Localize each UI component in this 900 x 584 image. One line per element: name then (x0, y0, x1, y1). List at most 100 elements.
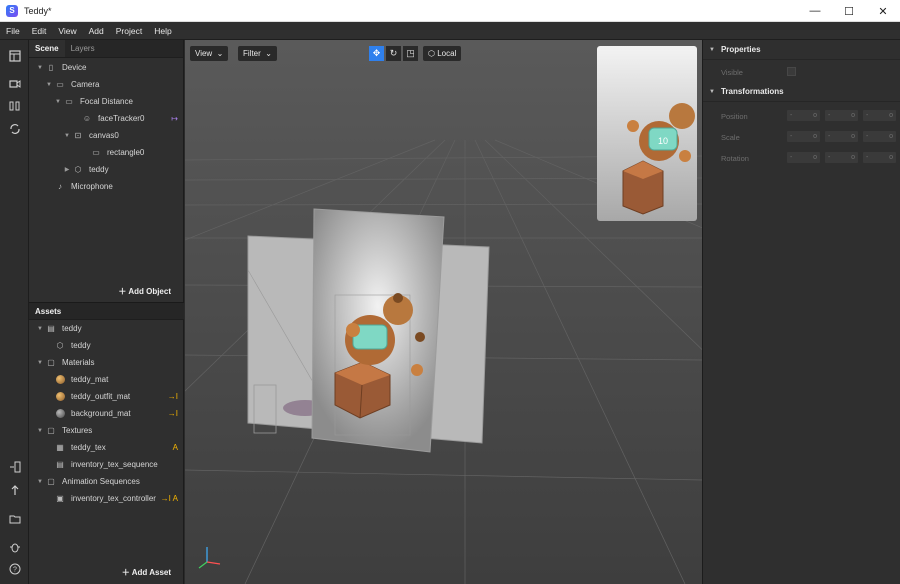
filter-dropdown[interactable]: Filter ⌄ (238, 46, 277, 61)
filter-label: Filter (243, 49, 261, 58)
scale-tool-icon[interactable]: ◳ (403, 46, 418, 61)
menu-help[interactable]: Help (148, 26, 177, 36)
rotate-tool-icon[interactable]: ↻ (386, 46, 401, 61)
caret-down-icon[interactable]: ▼ (35, 65, 45, 71)
caret-down-icon[interactable]: ▼ (35, 360, 45, 366)
scene-item[interactable]: ☺ faceTracker0 ↦ (29, 110, 184, 127)
local-space-button[interactable]: ⬡ Local (423, 46, 462, 61)
assets-item[interactable]: ▦ teddy_tex A (29, 439, 184, 456)
assets-item-label: teddy (62, 324, 82, 333)
field-value: - (828, 112, 831, 119)
maximize-button[interactable]: ☐ (832, 0, 866, 22)
menu-add[interactable]: Add (83, 26, 110, 36)
transformations-section-header[interactable]: ▼ Transformations (703, 82, 900, 102)
chevron-down-icon: ⌄ (265, 49, 272, 58)
assets-item[interactable]: ▼ ▢ Animation Sequences (29, 473, 184, 490)
transform-position-z-field[interactable]: -o (863, 110, 896, 121)
help-icon[interactable]: ? (7, 561, 22, 576)
menu-edit[interactable]: Edit (26, 26, 53, 36)
columns-icon[interactable] (7, 98, 22, 113)
caret-down-icon[interactable]: ▼ (53, 99, 63, 105)
sync-icon[interactable] (7, 121, 22, 136)
menu-view[interactable]: View (52, 26, 82, 36)
tab-scene[interactable]: Scene (29, 40, 65, 57)
scene-item[interactable]: ▼ ⊡ canvas0 (29, 127, 184, 144)
left-panel: Scene Layers ▼ ▯ Device ▼ ▭ Camera ▼ ▭ Focal Dis… (29, 40, 184, 584)
menu-project[interactable]: Project (110, 26, 148, 36)
close-button[interactable]: ✕ (866, 0, 900, 22)
assets-item-label: inventory_tex_sequence (71, 460, 158, 469)
add-asset-label: Add Asset (131, 568, 171, 577)
title-bar: S Teddy* — ☐ ✕ (0, 0, 900, 22)
assets-item[interactable]: teddy_mat (29, 371, 184, 388)
visible-label: Visible (721, 68, 743, 77)
field-unit: o (813, 133, 817, 140)
visible-checkbox[interactable] (787, 67, 796, 76)
cube-icon: ⬡ (56, 341, 64, 350)
transform-position-y-field[interactable]: -o (825, 110, 858, 121)
layout-icon[interactable] (7, 48, 22, 63)
assets-item[interactable]: ▼ ▤ teddy (29, 320, 184, 337)
transform-scale-y-field[interactable]: -o (825, 131, 858, 142)
assets-item[interactable]: background_mat →I (29, 405, 184, 422)
caret-down-icon[interactable]: ▼ (35, 428, 45, 434)
add-asset-button[interactable]: ＋ Add Asset (122, 567, 171, 578)
tool-strip: ? (0, 40, 29, 584)
folder-icon[interactable] (7, 511, 22, 526)
bug-icon[interactable] (7, 539, 22, 554)
transform-scale-z-field[interactable]: -o (863, 131, 896, 142)
scene-item[interactable]: ▼ ▯ Device (29, 59, 184, 76)
move-tool-icon[interactable]: ✥ (369, 46, 384, 61)
scene-item-label: Device (62, 63, 87, 72)
assets-item[interactable]: ⬡ teddy (29, 337, 184, 354)
properties-panel: ▼ Properties Visible ▼ Transformations P… (702, 40, 900, 584)
add-object-label: Add Object (128, 287, 171, 296)
caret-down-icon: ▼ (709, 88, 715, 95)
caret-right-icon[interactable]: ▶ (62, 166, 72, 173)
minimize-button[interactable]: — (798, 0, 832, 22)
scene-item-label: rectangle0 (107, 148, 145, 157)
assets-item-label: Animation Sequences (62, 477, 140, 486)
folder-icon: ▢ (47, 477, 55, 486)
add-object-button[interactable]: ＋ Add Object (118, 286, 171, 297)
assets-item-label: teddy (71, 341, 91, 350)
caret-down-icon[interactable]: ▼ (35, 479, 45, 485)
chevron-down-icon: ⌄ (216, 49, 224, 58)
scene-viewport[interactable]: 10 View ⌄ Filter ⌄ ✥ ↻ ◳ ⬡ Local (185, 40, 702, 584)
assets-item[interactable]: ▣ inventory_tex_controller →I A (29, 490, 184, 507)
transform-rotation-x-field[interactable]: -o (787, 152, 820, 163)
caret-down-icon[interactable]: ▼ (44, 82, 54, 88)
field-unit: o (813, 154, 817, 161)
caret-down-icon[interactable]: ▼ (62, 133, 72, 139)
field-unit: o (889, 112, 893, 119)
scene-item[interactable]: ▭ rectangle0 (29, 144, 184, 161)
caret-down-icon[interactable]: ▼ (35, 326, 45, 332)
scene-item[interactable]: ♪ Microphone (29, 178, 184, 195)
assets-item[interactable]: teddy_outfit_mat →I (29, 388, 184, 405)
svg-text:?: ? (13, 566, 17, 573)
field-unit: o (889, 133, 893, 140)
assets-item[interactable]: ▤ inventory_tex_sequence (29, 456, 184, 473)
transform-rotation-y-field[interactable]: -o (825, 152, 858, 163)
scene-item[interactable]: ▼ ▭ Focal Distance (29, 93, 184, 110)
video-icon[interactable] (7, 76, 22, 91)
transform-rotation-label: Rotation (721, 154, 749, 163)
transform-scale-x-field[interactable]: -o (787, 131, 820, 142)
tab-layers[interactable]: Layers (65, 40, 101, 57)
assets-item[interactable]: ▼ ▢ Materials (29, 354, 184, 371)
properties-section-header[interactable]: ▼ Properties (703, 40, 900, 60)
scene-item[interactable]: ▼ ▭ Camera (29, 76, 184, 93)
assets-item-label: inventory_tex_controller (71, 494, 156, 503)
transform-rotation-z-field[interactable]: -o (863, 152, 896, 163)
view-dropdown[interactable]: View ⌄ (190, 46, 229, 61)
transform-scale-label: Scale (721, 133, 740, 142)
device-preview[interactable]: 10 (597, 46, 697, 221)
menu-file[interactable]: File (0, 26, 26, 36)
assets-item[interactable]: ▼ ▢ Textures (29, 422, 184, 439)
transform-position-x-field[interactable]: -o (787, 110, 820, 121)
scene-item[interactable]: ▶ ⬡ teddy (29, 161, 184, 178)
field-value: - (866, 133, 869, 140)
device-icon[interactable] (7, 459, 22, 474)
material-icon (54, 409, 66, 419)
upload-icon[interactable] (7, 482, 22, 497)
